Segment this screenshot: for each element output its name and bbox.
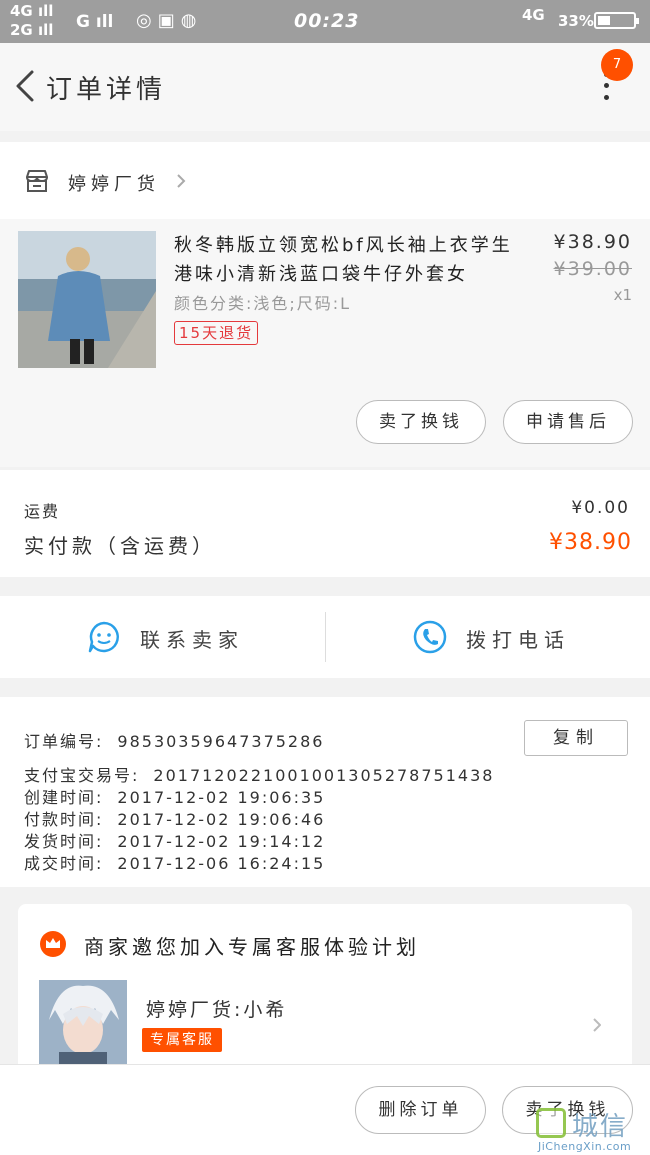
network-indicator-g: G ıll [76, 12, 114, 32]
return-policy-tag: 15天退货 [174, 321, 259, 345]
completed-time-row: 成交时间: 2017-12-06 16:24:15 [24, 850, 325, 874]
divider [325, 612, 326, 662]
paid-time: 2017-12-02 19:06:46 [117, 810, 326, 829]
contact-seller-label: 联系卖家 [140, 628, 244, 652]
notification-icons: ◎▣◍ [136, 10, 203, 31]
info-label: 发货时间: [24, 832, 104, 851]
info-label: 成交时间: [24, 854, 104, 873]
product-sku: 颜色分类:浅色;尺码:L [174, 294, 352, 313]
product-price: ¥38.90 [553, 231, 632, 253]
order-number-row: 订单编号: 98530359647375286 [24, 728, 324, 752]
fee-section [0, 470, 650, 577]
product-title[interactable]: 秋冬韩版立领宽松bf风长袖上衣学生港味小清新浅蓝口袋牛仔外套女 [174, 231, 524, 289]
paid-label: 实付款（含运费） [24, 534, 216, 558]
status-bar: 4G ıll 2G ıll G ıll ◎▣◍ 00:23 4G 33% [0, 0, 650, 43]
completed-time: 2017-12-06 16:24:15 [117, 854, 326, 873]
battery-percent: 33% [558, 12, 594, 30]
call-phone-label: 拨打电话 [466, 628, 570, 652]
network-indicator-right: 4G [522, 6, 545, 24]
site-watermark-logo: 城信 JiChengXin.com [532, 1106, 648, 1153]
network-indicator-2g: 2G ıll [10, 21, 54, 39]
paid-time-row: 付款时间: 2017-12-02 19:06:46 [24, 806, 325, 830]
clock: 00:23 [294, 10, 360, 32]
network-indicator-4g: 4G ıll [10, 2, 54, 20]
back-arrow-icon[interactable] [14, 69, 36, 103]
agent-name: 婷婷厂货:小希 [146, 999, 288, 1021]
shipped-time: 2017-12-02 19:14:12 [117, 832, 326, 851]
created-time-row: 创建时间: 2017-12-02 19:06:35 [24, 784, 325, 808]
sell-item-button[interactable]: 卖了换钱 [356, 400, 486, 444]
exclusive-service-tag: 专属客服 [142, 1028, 222, 1052]
chevron-right-icon [177, 174, 186, 188]
after-sales-button[interactable]: 申请售后 [503, 400, 633, 444]
order-number: 98530359647375286 [117, 732, 325, 751]
copy-button[interactable]: 复制 [524, 720, 628, 756]
product-original-price: ¥39.00 [553, 258, 632, 280]
paid-value: ¥38.90 [549, 530, 632, 555]
info-label: 支付宝交易号: [24, 766, 140, 785]
phone-icon [413, 620, 447, 654]
page-title: 订单详情 [46, 75, 167, 105]
shipping-value: ¥0.00 [571, 498, 630, 518]
trade-number-row: 支付宝交易号: 2017120221001001305278751438 [24, 762, 494, 786]
product-quantity: x1 [613, 286, 632, 304]
watermark-url: JiChengXin.com [538, 1140, 632, 1153]
watermark-name: 城信 [572, 1112, 629, 1142]
shop-name[interactable]: 婷婷厂货 [68, 170, 160, 196]
invite-title: 商家邀您加入专属客服体验计划 [84, 935, 420, 959]
crown-icon [40, 931, 66, 957]
shipping-label: 运费 [24, 502, 61, 521]
product-thumbnail[interactable] [18, 231, 156, 368]
info-label: 创建时间: [24, 788, 104, 807]
agent-avatar [39, 980, 127, 1064]
info-label: 付款时间: [24, 810, 104, 829]
chat-bubble-icon [88, 621, 119, 653]
info-label: 订单编号: [24, 732, 104, 751]
trade-number: 2017120221001001305278751438 [153, 766, 495, 785]
created-time: 2017-12-02 19:06:35 [117, 788, 326, 807]
message-count-badge: 7 [601, 49, 633, 81]
chevron-right-icon [593, 1018, 601, 1032]
battery-icon [594, 12, 639, 29]
delete-order-button[interactable]: 删除订单 [355, 1086, 486, 1134]
shop-icon [26, 170, 48, 192]
shipped-time-row: 发货时间: 2017-12-02 19:14:12 [24, 828, 325, 852]
